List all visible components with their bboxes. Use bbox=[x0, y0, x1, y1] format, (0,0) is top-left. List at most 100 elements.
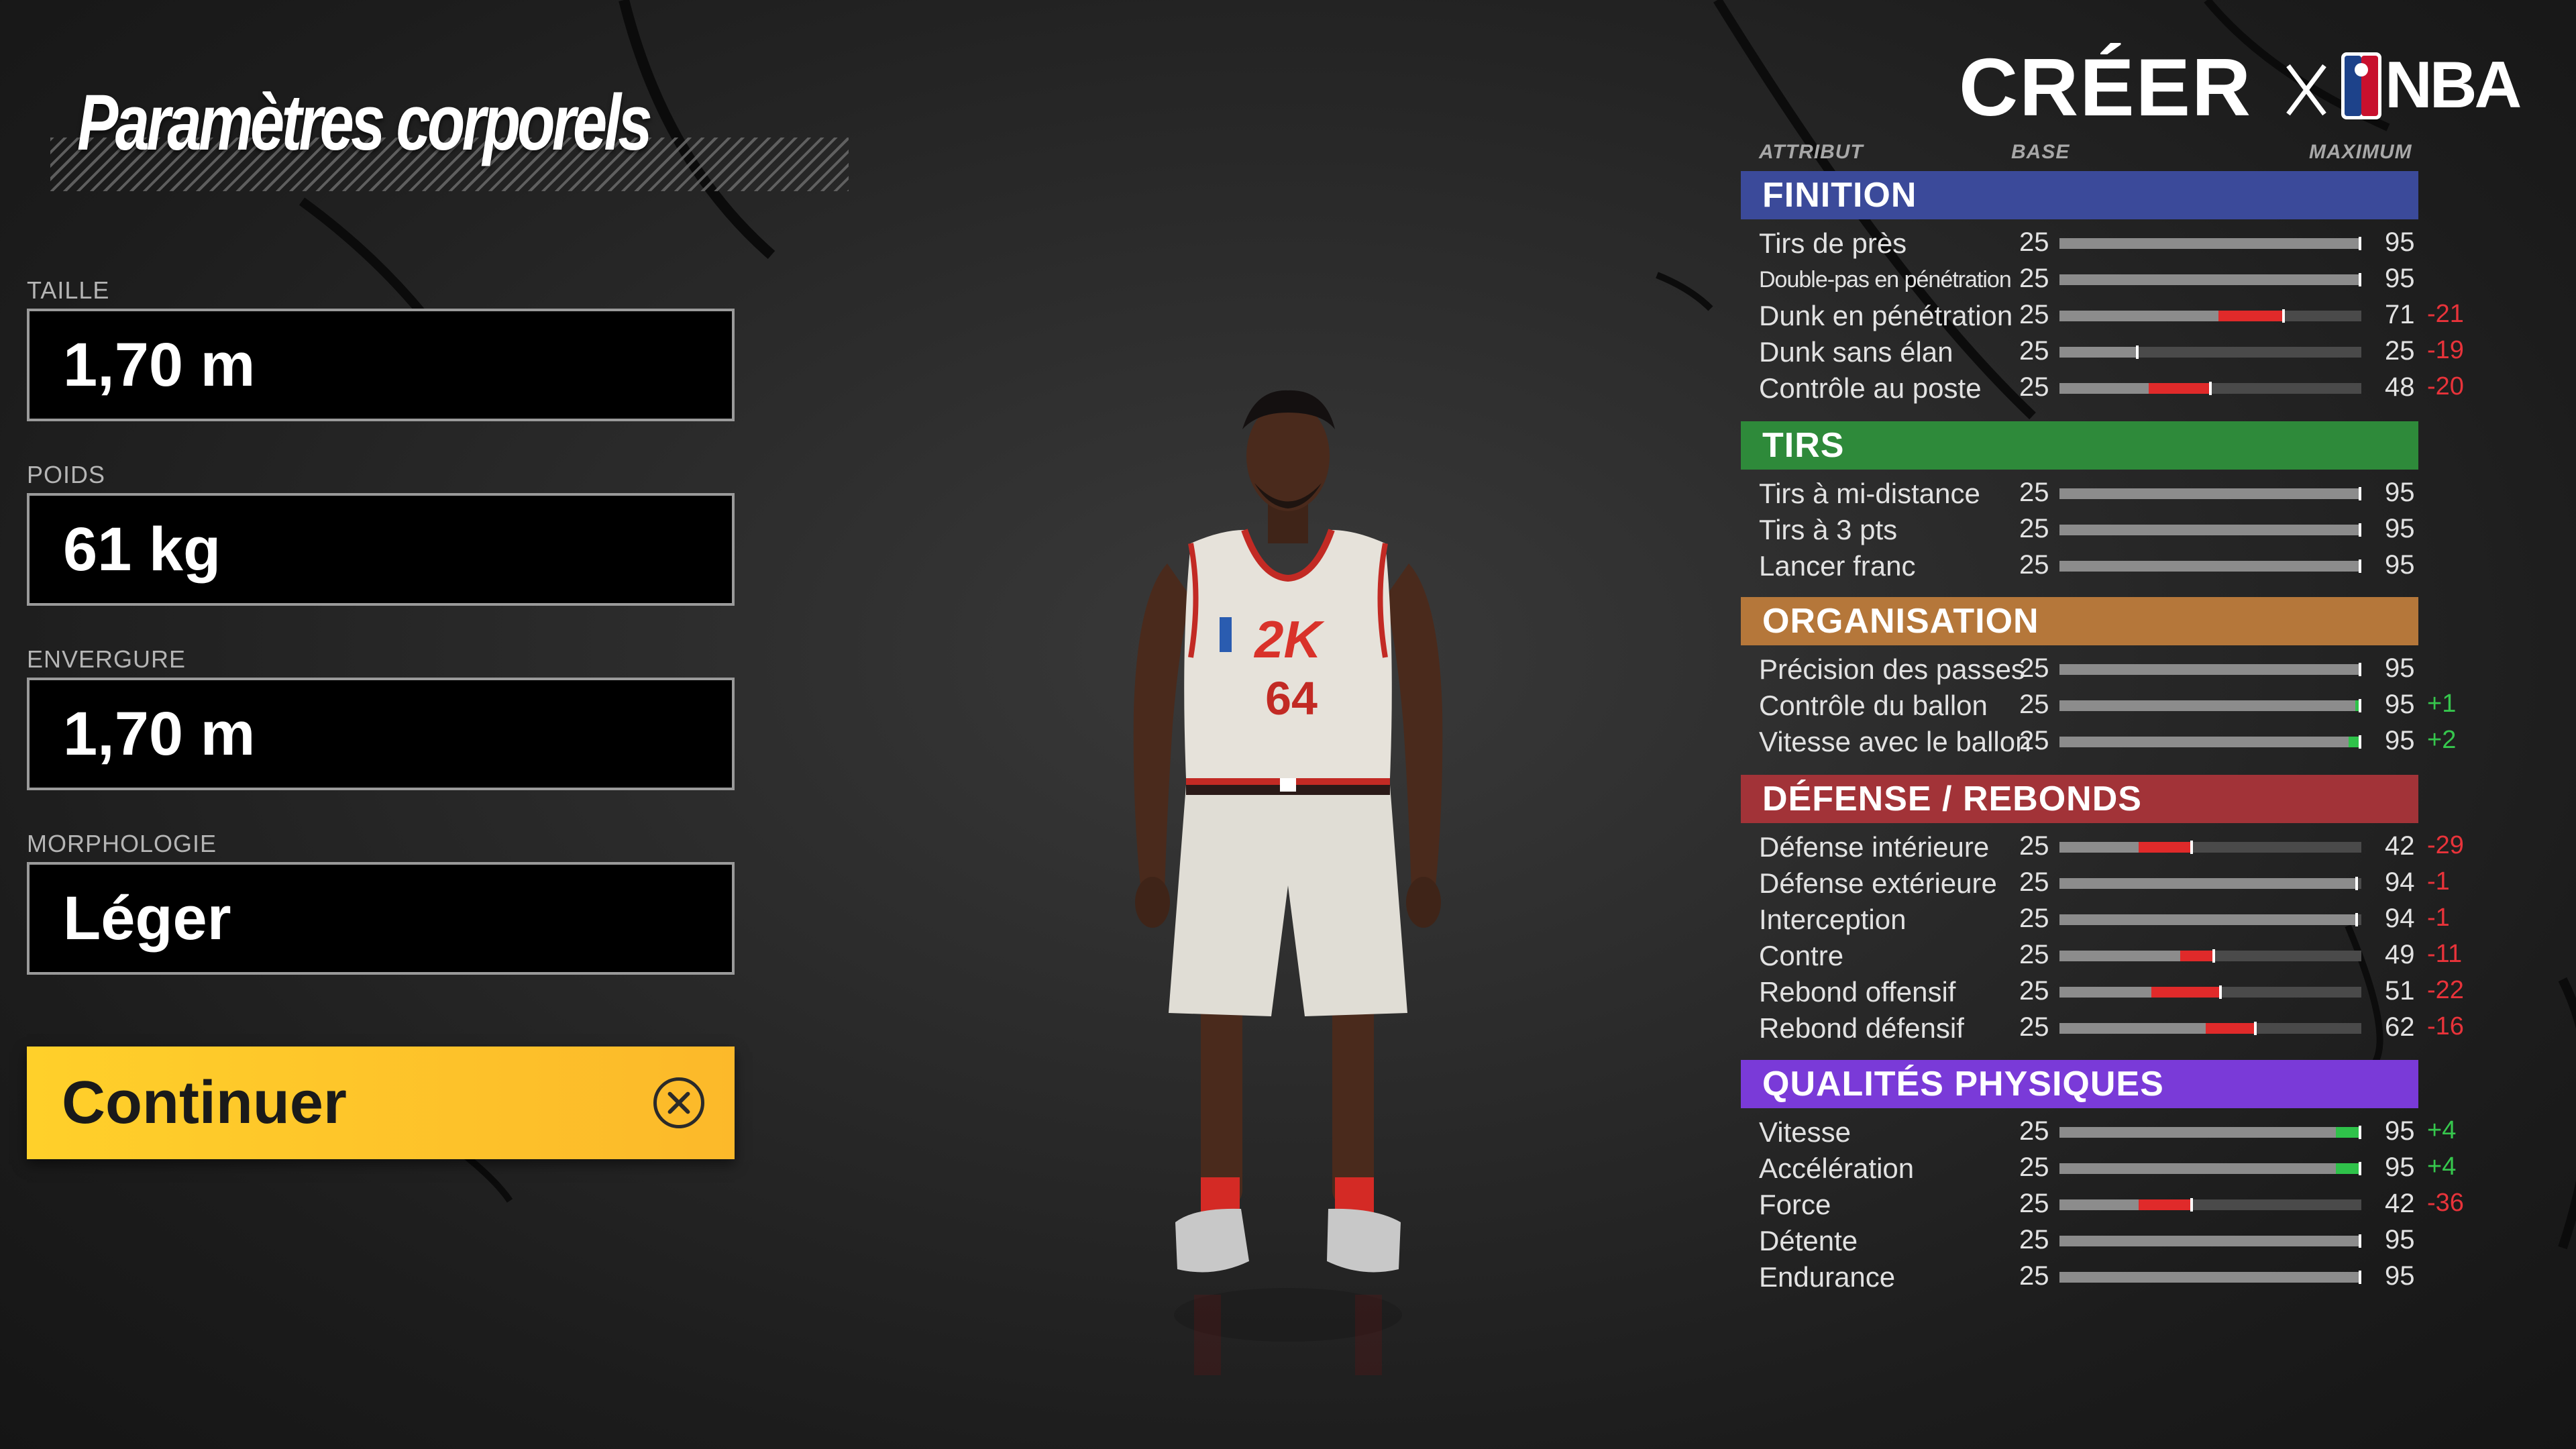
attribute-base-value: 25 bbox=[2019, 1116, 2049, 1146]
attribute-bar-cap bbox=[2359, 523, 2361, 537]
attribute-name: Tirs de près bbox=[1759, 227, 1907, 259]
attribute-row: Tirs à mi-distance 25 95 bbox=[1741, 475, 2519, 511]
attribute-base-value: 25 bbox=[2019, 227, 2049, 257]
attribute-name: Contrôle au poste bbox=[1759, 372, 1982, 404]
attribute-max-value: 95 bbox=[2385, 1261, 2415, 1291]
attribute-row: Vitesse avec le ballon 25 95 +2 bbox=[1741, 723, 2519, 759]
attribute-name: Détente bbox=[1759, 1225, 1858, 1256]
attribute-row: Force 25 42 -36 bbox=[1741, 1186, 2519, 1222]
attribute-row: Défense extérieure 25 94 -1 bbox=[1741, 865, 2519, 901]
continue-button[interactable]: Continuer bbox=[27, 1046, 735, 1159]
attribute-max-value: 95 bbox=[2385, 726, 2415, 755]
attribute-base-value: 25 bbox=[2019, 264, 2049, 293]
attribute-bar-fill bbox=[2059, 664, 2361, 675]
attribute-name: Tirs à mi-distance bbox=[1759, 478, 1980, 509]
jersey-logo: 2K bbox=[1253, 610, 1325, 669]
attribute-bar-fill bbox=[2059, 700, 2361, 711]
attribute-delta: -16 bbox=[2427, 1012, 2464, 1040]
attribute-name: Double-pas en pénétration bbox=[1759, 267, 2012, 292]
attribute-delta: -11 bbox=[2427, 940, 2463, 968]
attribute-bar bbox=[2059, 559, 2361, 573]
attribute-bar-cap bbox=[2136, 345, 2139, 359]
attribute-name: Tirs à 3 pts bbox=[1759, 514, 1898, 545]
attribute-bar-penalty bbox=[2218, 311, 2286, 321]
attribute-max-value: 95 bbox=[2385, 478, 2415, 507]
attribute-row: Contre 25 49 -11 bbox=[1741, 937, 2519, 973]
attribute-bar-cap bbox=[2190, 1198, 2193, 1212]
attribute-name: Vitesse avec le ballon bbox=[1759, 726, 2031, 757]
attribute-bar bbox=[2059, 1126, 2361, 1139]
attribute-name: Dunk en pénétration bbox=[1759, 300, 2013, 331]
attribute-delta: -20 bbox=[2427, 372, 2464, 400]
category-header: DÉFENSE / REBONDS bbox=[1741, 775, 2418, 823]
attribute-max-value: 95 bbox=[2385, 1116, 2415, 1146]
attribute-bar-penalty bbox=[2180, 951, 2216, 961]
attribute-name: Endurance bbox=[1759, 1261, 1896, 1293]
attribute-bar-bonus bbox=[2336, 1127, 2361, 1138]
nba-wordmark: NBA bbox=[2385, 48, 2522, 121]
attribute-bar-cap bbox=[2212, 949, 2216, 963]
wingspan-field[interactable]: 1,70 m bbox=[27, 678, 735, 790]
attribute-name: Lancer franc bbox=[1759, 550, 1916, 582]
category-header: ORGANISATION bbox=[1741, 597, 2418, 645]
attribute-row: Défense intérieure 25 42 -29 bbox=[1741, 828, 2519, 865]
column-maximum: MAXIMUM bbox=[2309, 141, 2412, 163]
attribute-bar bbox=[2059, 949, 2361, 963]
attribute-name: Précision des passes bbox=[1759, 653, 2025, 685]
attribute-bar-fill bbox=[2059, 274, 2361, 285]
height-field[interactable]: 1,70 m bbox=[27, 309, 735, 421]
attribute-delta: -36 bbox=[2427, 1189, 2464, 1217]
body-type-field[interactable]: Léger bbox=[27, 862, 735, 975]
attribute-base-value: 25 bbox=[2019, 372, 2049, 402]
attribute-base-value: 25 bbox=[2019, 1189, 2049, 1218]
page-title-block: Paramètres corporels bbox=[50, 77, 849, 191]
attribute-max-value: 42 bbox=[2385, 1189, 2415, 1218]
body-type-value: Léger bbox=[63, 883, 231, 953]
attribute-bar-fill bbox=[2059, 561, 2361, 572]
attribute-max-value: 95 bbox=[2385, 1225, 2415, 1254]
attribute-delta: -21 bbox=[2427, 300, 2464, 328]
attribute-bar-fill bbox=[2059, 488, 2361, 499]
attribute-row: Contrôle au poste 25 48 -20 bbox=[1741, 370, 2519, 406]
attribute-bar-cap bbox=[2355, 877, 2359, 890]
attribute-name: Défense intérieure bbox=[1759, 831, 1990, 863]
attribute-max-value: 95 bbox=[2385, 550, 2415, 580]
attribute-max-value: 71 bbox=[2385, 300, 2415, 329]
attribute-max-value: 49 bbox=[2385, 940, 2415, 969]
attribute-row: Vitesse 25 95 +4 bbox=[1741, 1114, 2519, 1150]
attribute-row: Double-pas en pénétration 25 95 bbox=[1741, 261, 2519, 297]
column-attribute: ATTRIBUT bbox=[1759, 141, 1864, 163]
attribute-name: Accélération bbox=[1759, 1152, 1915, 1184]
attribute-row: Rebond défensif 25 62 -16 bbox=[1741, 1010, 2519, 1046]
attribute-delta: -22 bbox=[2427, 976, 2464, 1004]
attribute-bar-fill bbox=[2059, 737, 2361, 747]
attribute-row: Rebond offensif 25 51 -22 bbox=[1741, 973, 2519, 1010]
attribute-bar bbox=[2059, 1271, 2361, 1284]
attribute-bar bbox=[2059, 382, 2361, 395]
attribute-bar bbox=[2059, 1198, 2361, 1212]
attribute-bar-fill bbox=[2059, 1236, 2361, 1246]
attribute-bar-cap bbox=[2359, 1271, 2361, 1284]
player-model: 2K 64 bbox=[1133, 390, 1443, 1375]
attribute-bar bbox=[2059, 985, 2361, 999]
attribute-bar-fill bbox=[2059, 347, 2139, 358]
attribute-max-value: 95 bbox=[2385, 690, 2415, 719]
weight-field[interactable]: 61 kg bbox=[27, 493, 735, 606]
attribute-name: Vitesse bbox=[1759, 1116, 1851, 1148]
attribute-bar bbox=[2059, 1162, 2361, 1175]
attribute-row: Détente 25 95 bbox=[1741, 1222, 2519, 1258]
attribute-delta: +4 bbox=[2427, 1116, 2457, 1144]
attribute-base-value: 25 bbox=[2019, 514, 2049, 543]
cross-button-icon bbox=[653, 1077, 704, 1128]
attribute-bar-fill bbox=[2059, 1127, 2361, 1138]
attribute-bar-fill bbox=[2059, 914, 2359, 925]
attribute-bar bbox=[2059, 735, 2361, 749]
attribute-max-value: 95 bbox=[2385, 653, 2415, 683]
body-type-label: MORPHOLOGIE bbox=[27, 830, 217, 857]
attribute-delta: +1 bbox=[2427, 690, 2457, 718]
attribute-base-value: 25 bbox=[2019, 726, 2049, 755]
attribute-delta: -1 bbox=[2427, 904, 2450, 932]
attribute-bar bbox=[2059, 523, 2361, 537]
attribute-bar bbox=[2059, 345, 2361, 359]
attribute-name: Force bbox=[1759, 1189, 1831, 1220]
